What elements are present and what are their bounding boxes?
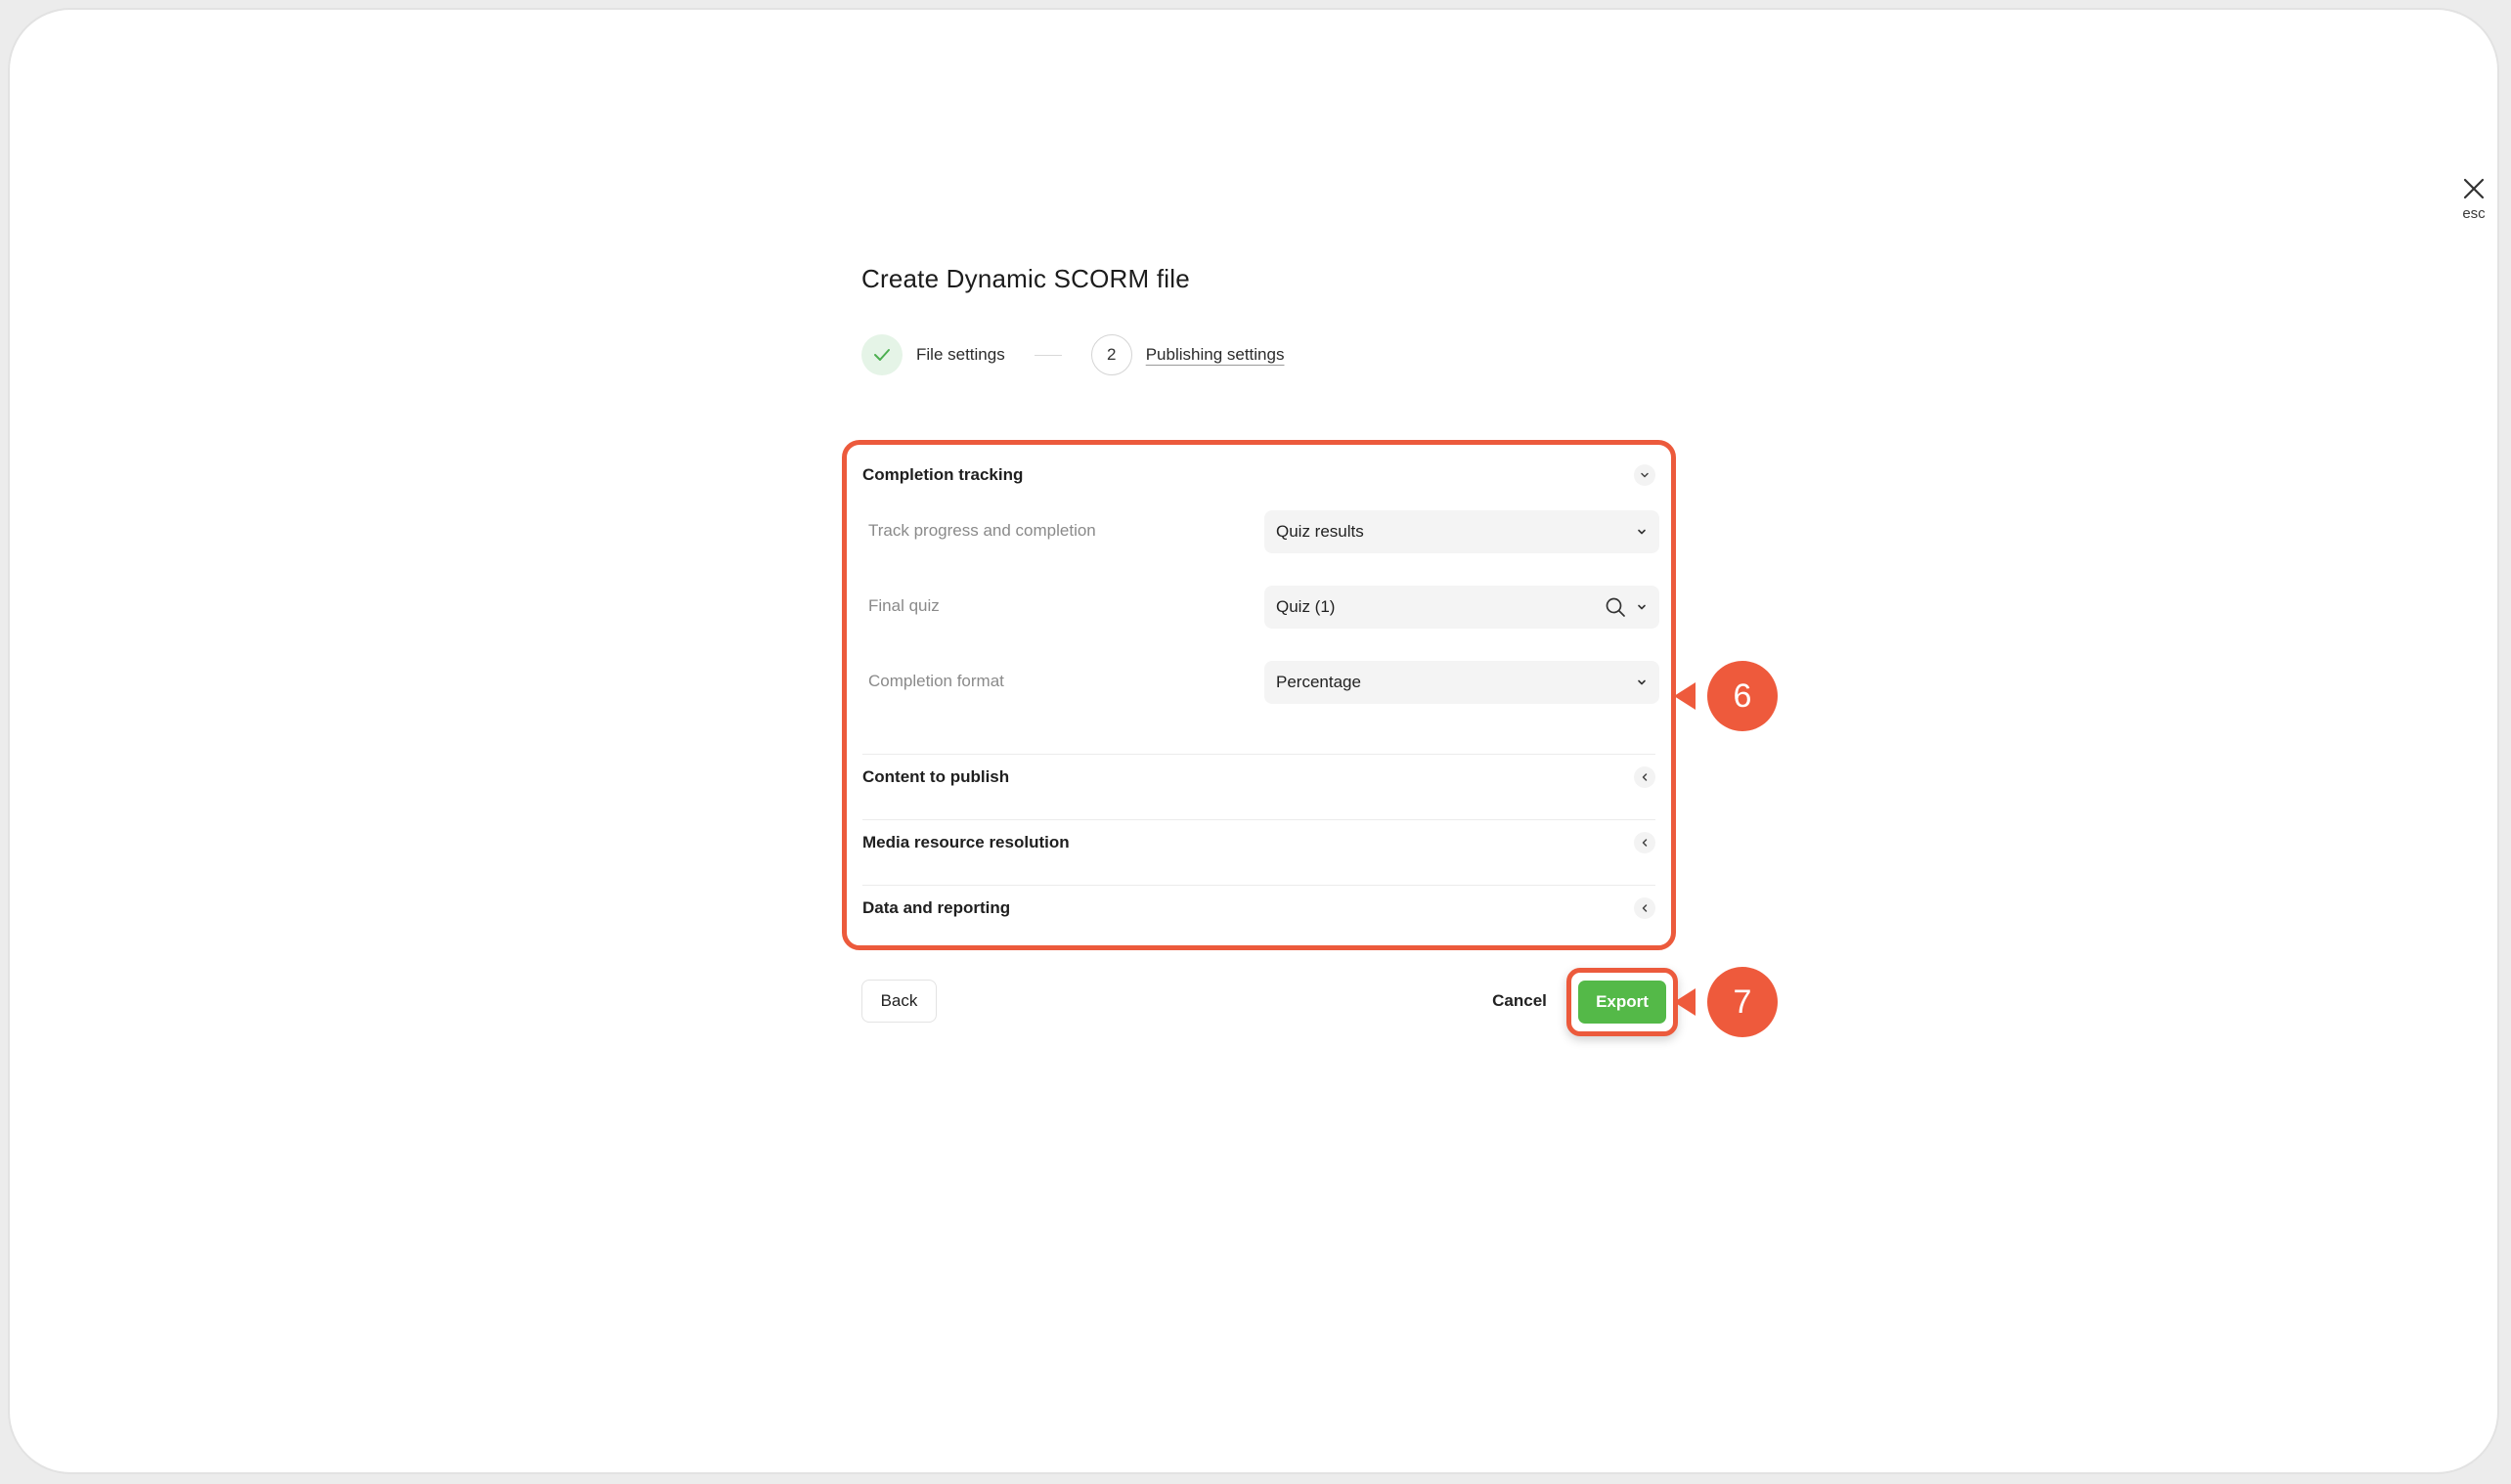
section-content-to-publish[interactable]: Content to publish [862,763,1655,792]
final-quiz-select[interactable]: Quiz (1) [1264,586,1659,629]
section-media-resource-resolution[interactable]: Media resource resolution [862,828,1655,857]
close-control[interactable]: esc [2454,178,2493,222]
divider [862,819,1655,820]
back-button[interactable]: Back [861,980,937,1023]
publishing-settings-panel: Completion tracking Track progress and c… [842,440,1676,950]
chevron-down-icon [1636,526,1648,538]
callout-badge-7: 7 [1707,967,1778,1037]
completion-format-label: Completion format [868,672,1004,690]
section-completion-tracking[interactable]: Completion tracking [862,460,1655,490]
export-button[interactable]: Export [1578,981,1666,1024]
step-1-indicator[interactable] [861,334,903,375]
track-progress-select[interactable]: Quiz results [1264,510,1659,553]
step-2-indicator[interactable]: 2 [1090,334,1132,375]
divider [862,885,1655,886]
step-separator [1034,354,1062,356]
section-title: Content to publish [862,767,1010,786]
section-title: Completion tracking [862,465,1024,484]
close-icon[interactable] [2463,178,2485,199]
chevron-down-icon [1636,601,1648,613]
final-quiz-label: Final quiz [868,596,940,615]
select-value: Percentage [1276,673,1361,691]
check-icon [874,349,890,361]
chevron-left-icon[interactable] [1634,766,1655,788]
section-title: Data and reporting [862,898,1011,917]
stepper: File settings 2 Publishing settings [861,333,1284,376]
chevron-left-icon[interactable] [1634,897,1655,919]
section-data-and-reporting[interactable]: Data and reporting [862,894,1655,923]
track-progress-label: Track progress and completion [868,521,1096,540]
callout-badge-6: 6 [1707,661,1778,731]
step-2-label[interactable]: Publishing settings [1146,345,1285,365]
step-1-label[interactable]: File settings [916,345,1005,365]
cancel-button[interactable]: Cancel [1480,980,1559,1023]
select-value: Quiz results [1276,522,1364,541]
section-title: Media resource resolution [862,833,1070,851]
chevron-down-icon[interactable] [1634,464,1655,486]
callout-pointer [1674,988,1696,1016]
divider [862,754,1655,755]
completion-format-select[interactable]: Percentage [1264,661,1659,704]
export-highlight: Export [1566,968,1678,1036]
chevron-left-icon[interactable] [1634,832,1655,853]
app-window: esc Create Dynamic SCORM file File setti… [10,10,2497,1472]
chevron-down-icon [1636,677,1648,688]
esc-hint: esc [2462,205,2486,222]
select-value: Quiz (1) [1276,597,1336,616]
callout-pointer [1674,682,1696,710]
page-title: Create Dynamic SCORM file [861,264,1190,293]
search-icon[interactable] [1605,596,1626,618]
